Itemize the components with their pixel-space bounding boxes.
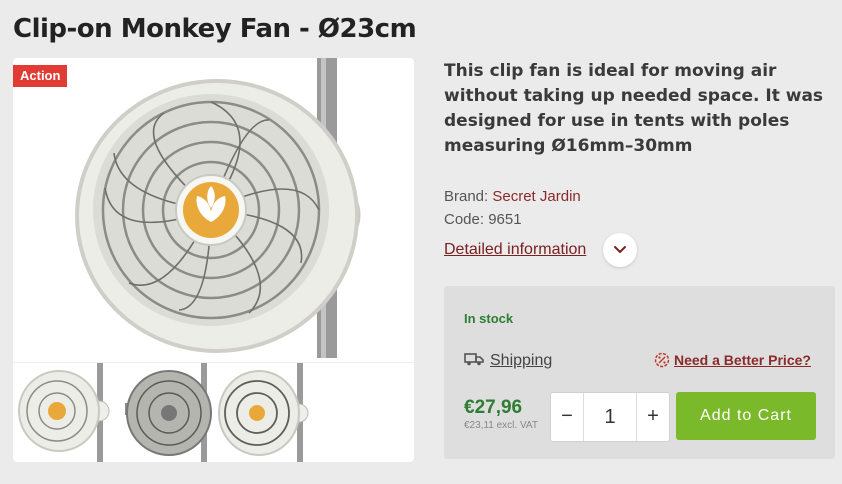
- quantity-stepper: − 1 +: [550, 392, 670, 442]
- chevron-down-icon: [614, 246, 626, 254]
- thumbnail-strip: [13, 362, 414, 462]
- truck-icon: [464, 353, 484, 366]
- price-excl-vat: €23,11 excl. VAT: [464, 420, 538, 431]
- better-price-label: Need a Better Price?: [674, 352, 811, 368]
- percent-badge-icon: [654, 352, 670, 368]
- add-to-cart-button[interactable]: Add to Cart: [676, 392, 816, 440]
- detailed-information-link[interactable]: Detailed information: [444, 241, 586, 259]
- purchase-box: In stock Shipping Need a Better Price? €…: [444, 286, 835, 459]
- code-value: 9651: [488, 211, 522, 228]
- action-badge: Action: [13, 65, 68, 87]
- product-description: This clip fan is ideal for moving air wi…: [444, 61, 824, 156]
- shipping-link[interactable]: Shipping: [464, 352, 552, 370]
- brand-row: Brand: Secret Jardin: [444, 188, 581, 205]
- quantity-input[interactable]: 1: [584, 393, 636, 441]
- main-product-image[interactable]: [69, 58, 389, 358]
- price: €27,96: [464, 397, 523, 418]
- thumbnail-3[interactable]: [217, 363, 317, 462]
- product-gallery: Action: [13, 58, 414, 462]
- code-label: Code:: [444, 211, 485, 228]
- thumbnail-1[interactable]: [15, 363, 115, 462]
- brand-label: Brand:: [444, 188, 489, 205]
- brand-link[interactable]: Secret Jardin: [492, 188, 580, 205]
- shipping-label: Shipping: [490, 352, 553, 369]
- product-title: Clip-on Monkey Fan - Ø23cm: [13, 14, 417, 44]
- thumbnail-2[interactable]: [117, 363, 217, 462]
- expand-details-button[interactable]: [603, 233, 637, 267]
- quantity-increase-button[interactable]: +: [636, 393, 669, 441]
- code-row: Code: 9651: [444, 211, 522, 228]
- stock-status: In stock: [464, 311, 514, 326]
- better-price-link[interactable]: Need a Better Price?: [654, 352, 811, 368]
- quantity-decrease-button[interactable]: −: [551, 393, 584, 441]
